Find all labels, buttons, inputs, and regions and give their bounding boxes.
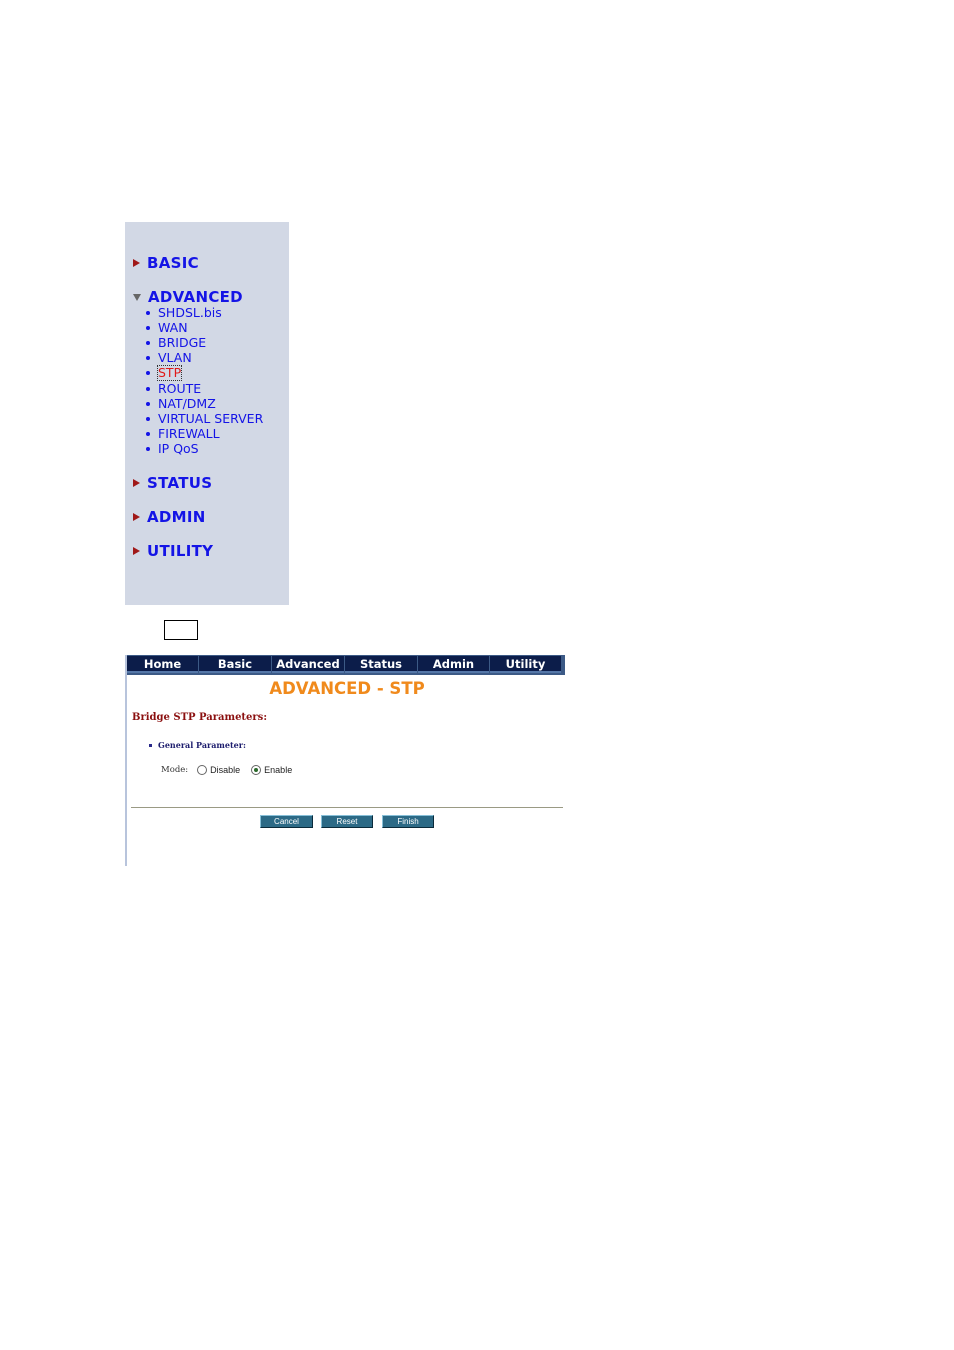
bullet-icon <box>149 743 152 747</box>
collapsed-arrow-icon <box>133 259 140 267</box>
mode-row: Mode: Disable Enable <box>161 765 292 775</box>
menu-section-advanced[interactable]: ADVANCED <box>133 287 243 307</box>
menu-section-basic[interactable]: BASIC <box>133 253 199 273</box>
bullet-icon <box>146 386 150 391</box>
nav-tab-admin[interactable]: Admin <box>418 656 489 673</box>
menu-item-shdsl[interactable]: SHDSL.bis <box>146 305 222 320</box>
menu-item-label: SHDSL.bis <box>158 304 222 320</box>
mode-enable-radio[interactable] <box>251 765 262 775</box>
menu-section-label: ADVANCED <box>148 288 243 306</box>
reset-button[interactable]: Reset <box>321 815 373 828</box>
page-title: ADVANCED - STP <box>269 679 425 698</box>
menu-item-stp[interactable]: STP <box>146 364 183 381</box>
cancel-button[interactable]: Cancel <box>260 815 313 828</box>
mode-disable-radio[interactable] <box>197 765 208 775</box>
bullet-icon <box>146 310 150 315</box>
collapsed-arrow-icon <box>133 547 140 555</box>
empty-box <box>164 620 198 640</box>
menu-section-utility[interactable]: UTILITY <box>133 541 213 561</box>
nav-tab-advanced[interactable]: Advanced <box>272 656 344 673</box>
expanded-arrow-icon <box>133 293 141 301</box>
menu-section-label: STATUS <box>147 474 213 492</box>
menu-item-label: NAT/DMZ <box>158 395 216 411</box>
bullet-icon <box>146 340 150 345</box>
menu-section-label: UTILITY <box>147 542 214 560</box>
section-heading: Bridge STP Parameters: <box>132 712 268 723</box>
menu-section-admin[interactable]: ADMIN <box>133 507 206 527</box>
general-parameter-row: General Parameter: <box>149 740 246 750</box>
menu-item-label: IP QoS <box>158 440 199 456</box>
sidebar-menu: BASIC ADVANCED SHDSL.bis WAN BRIDGE VLAN… <box>125 222 289 605</box>
menu-item-nat-dmz[interactable]: NAT/DMZ <box>146 396 216 411</box>
menu-section-label: ADMIN <box>147 508 206 526</box>
general-parameter-label: General Parameter: <box>158 740 246 750</box>
bullet-icon <box>146 416 150 421</box>
nav-tab-basic[interactable]: Basic <box>199 656 271 673</box>
menu-item-wan[interactable]: WAN <box>146 320 188 335</box>
menu-item-route[interactable]: ROUTE <box>146 381 201 396</box>
bullet-icon <box>146 370 150 375</box>
bullet-icon <box>146 355 150 360</box>
menu-item-label: FIREWALL <box>158 425 220 441</box>
menu-item-virtual-server[interactable]: VIRTUAL SERVER <box>146 411 263 426</box>
menu-section-status[interactable]: STATUS <box>133 473 212 493</box>
menu-section-label: BASIC <box>147 254 199 272</box>
bullet-icon <box>146 446 150 451</box>
stp-settings-panel: Home Basic Advanced Status Admin Utility… <box>125 655 565 866</box>
menu-item-label: VLAN <box>158 349 192 365</box>
mode-enable-label: Enable <box>264 765 293 775</box>
collapsed-arrow-icon <box>133 513 140 521</box>
divider <box>131 807 563 808</box>
mode-label: Mode: <box>161 765 189 775</box>
mode-disable-label: Disable <box>210 765 241 775</box>
bullet-icon <box>146 325 150 330</box>
finish-button[interactable]: Finish <box>382 815 434 828</box>
nav-tab-status[interactable]: Status <box>345 656 417 673</box>
nav-tab-home[interactable]: Home <box>127 656 198 673</box>
top-nav-bar: Home Basic Advanced Status Admin Utility <box>127 655 565 675</box>
menu-item-label: VIRTUAL SERVER <box>158 410 264 426</box>
bullet-icon <box>146 401 150 406</box>
nav-tab-utility[interactable]: Utility <box>490 656 561 673</box>
menu-item-vlan[interactable]: VLAN <box>146 350 192 365</box>
menu-item-label: ROUTE <box>158 380 202 396</box>
menu-item-label: BRIDGE <box>158 334 207 350</box>
menu-item-bridge[interactable]: BRIDGE <box>146 335 206 350</box>
menu-item-label: STP <box>156 364 183 381</box>
bullet-icon <box>146 431 150 436</box>
menu-item-label: WAN <box>158 319 188 335</box>
menu-item-firewall[interactable]: FIREWALL <box>146 426 220 441</box>
collapsed-arrow-icon <box>133 479 140 487</box>
menu-item-ip-qos[interactable]: IP QoS <box>146 441 199 456</box>
